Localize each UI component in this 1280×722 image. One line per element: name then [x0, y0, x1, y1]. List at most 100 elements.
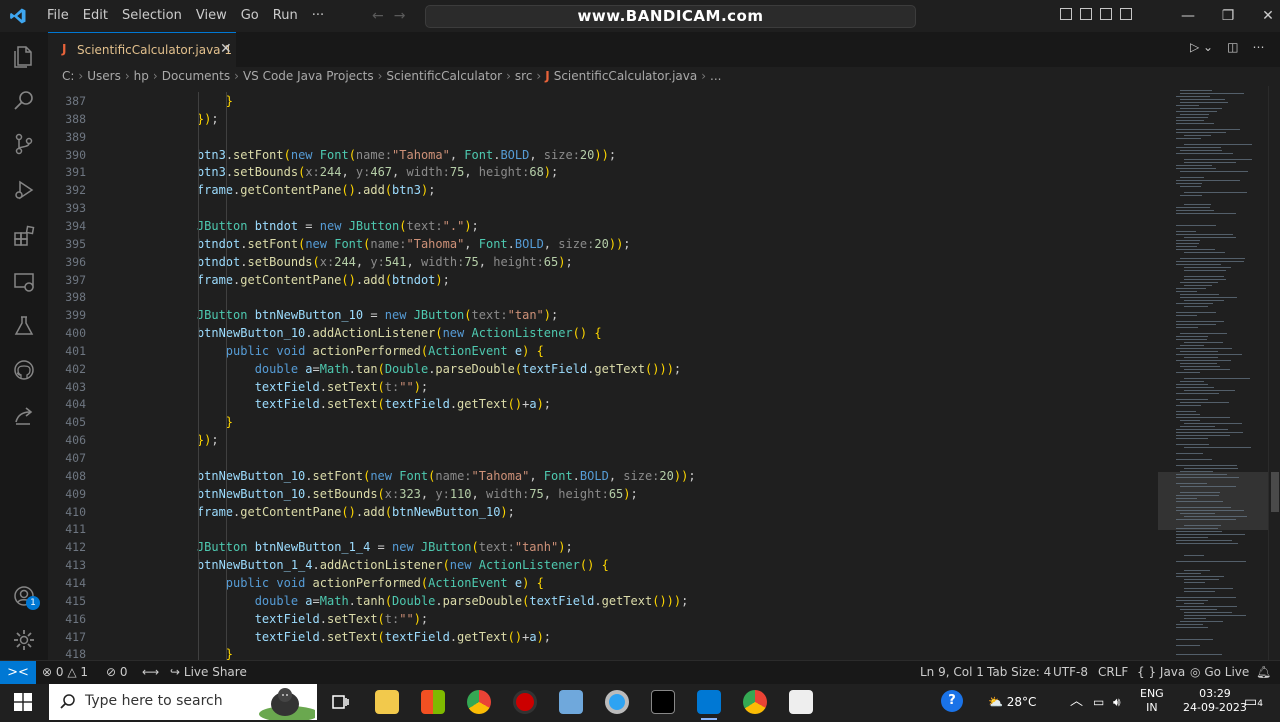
chrome-profile-icon[interactable] [743, 690, 767, 714]
code-line[interactable]: 418 } [48, 645, 1158, 660]
bandicam-record-icon[interactable] [513, 690, 537, 714]
code-line[interactable]: 394 JButton btndot = new JButton(text:".… [48, 217, 1158, 235]
language-mode[interactable]: { } Java [1137, 661, 1185, 684]
code-line[interactable]: 391 btn3.setBounds(x:244, y:467, width:7… [48, 163, 1158, 181]
code-line[interactable]: 402 double a=Math.tan(Double.parseDouble… [48, 360, 1158, 378]
back-arrow-icon[interactable]: ← [372, 8, 394, 24]
code-line[interactable]: 396 btndot.setBounds(x:244, y:541, width… [48, 253, 1158, 271]
breadcrumb-file[interactable]: ScientificCalculator.java [554, 69, 698, 83]
help-icon[interactable]: ? [941, 690, 963, 712]
java-app-icon[interactable] [789, 690, 813, 714]
weather-widget[interactable]: ⛅ 28°C [988, 684, 1036, 720]
code-line[interactable]: 409 btnNewButton_10.setBounds(x:323, y:1… [48, 485, 1158, 503]
forward-arrow-icon[interactable]: → [394, 8, 416, 24]
code-line[interactable]: 414 public void actionPerformed(ActionEv… [48, 574, 1158, 592]
language-indicator[interactable]: ENG IN [1140, 687, 1164, 715]
breadcrumb-documents[interactable]: Documents [162, 69, 230, 83]
task-view-icon[interactable] [328, 690, 352, 714]
code-line[interactable]: 408 btnNewButton_10.setFont(new Font(nam… [48, 467, 1158, 485]
vscode-taskbar-icon[interactable] [697, 690, 721, 720]
go-live-button[interactable]: ◎ Go Live [1190, 661, 1249, 684]
source-control-icon[interactable] [12, 132, 36, 156]
restore-button[interactable]: ❐ [1208, 0, 1248, 32]
notepad-icon[interactable] [559, 690, 583, 714]
code-line[interactable]: 389 [48, 128, 1158, 146]
notification-center-icon[interactable]: ▭4 [1244, 684, 1263, 722]
breadcrumb-users[interactable]: Users [87, 69, 121, 83]
windows-start-icon[interactable] [14, 693, 32, 711]
code-line[interactable]: 399 JButton btnNewButton_10 = new JButto… [48, 306, 1158, 324]
breadcrumb-src[interactable]: src [515, 69, 533, 83]
breadcrumb-folder[interactable]: ScientificCalculator [386, 69, 502, 83]
code-line[interactable]: 405 } [48, 413, 1158, 431]
github-icon[interactable] [12, 358, 36, 382]
search-icon[interactable] [12, 88, 36, 112]
tab-size[interactable]: Tab Size: 4 [987, 661, 1051, 684]
code-line[interactable]: 406 }); [48, 431, 1158, 449]
code-line[interactable]: 393 [48, 199, 1158, 217]
tab-scientific-calculator[interactable]: J ScientificCalculator.java 1 ✕ [48, 32, 236, 67]
code-line[interactable]: 403 textField.setText(t:""); [48, 378, 1158, 396]
breadcrumb-symbol[interactable]: ... [710, 69, 721, 83]
microsoft-store-icon[interactable] [421, 690, 445, 714]
code-line[interactable]: 397 frame.getContentPane().add(btndot); [48, 271, 1158, 289]
notifications-bell-icon[interactable]: 🔔︎ [1256, 661, 1271, 684]
code-line[interactable]: 407 [48, 449, 1158, 467]
cursor-position[interactable]: Ln 9, Col 1 [920, 661, 984, 684]
testing-icon[interactable] [12, 314, 36, 338]
more-actions-icon[interactable]: ⋯ [1252, 40, 1264, 54]
code-line[interactable]: 395 btndot.setFont(new Font(name:"Tahoma… [48, 235, 1158, 253]
run-debug-icon[interactable] [12, 178, 36, 202]
taskbar-search[interactable]: Type here to search [49, 684, 317, 720]
breadcrumb-hp[interactable]: hp [134, 69, 149, 83]
menu-more[interactable]: ··· [305, 0, 331, 32]
clock[interactable]: 03:29 24-09-2023 [1183, 687, 1247, 715]
toggle-primary-sidebar-icon[interactable] [1060, 8, 1072, 20]
chrome-icon[interactable] [467, 690, 491, 714]
code-editor[interactable]: 387 } 388 }); 389 390 btn3.setFont(new Font… [48, 86, 1158, 660]
live-share-status[interactable]: ↪ Live Share [170, 661, 247, 684]
intellij-icon[interactable] [651, 690, 675, 714]
code-line[interactable]: 410 frame.getContentPane().add(btnNewBut… [48, 503, 1158, 521]
extensions-icon[interactable] [12, 224, 36, 248]
editor-scrollbar[interactable] [1268, 86, 1280, 660]
menu-view[interactable]: View [189, 0, 234, 32]
command-center-search[interactable]: www.BANDICAM.com [425, 5, 916, 28]
code-line[interactable]: 411 [48, 520, 1158, 538]
breadcrumb-projects[interactable]: VS Code Java Projects [243, 69, 374, 83]
menu-edit[interactable]: Edit [76, 0, 115, 32]
breadcrumb-drive[interactable]: C: [62, 69, 74, 83]
menu-run[interactable]: Run [266, 0, 305, 32]
code-line[interactable]: 398 [48, 288, 1158, 306]
code-line[interactable]: 413 btnNewButton_1_4.addActionListener(n… [48, 556, 1158, 574]
file-explorer-icon[interactable] [375, 690, 399, 714]
code-line[interactable]: 416 textField.setText(t:""); [48, 610, 1158, 628]
toggle-panel-icon[interactable] [1080, 8, 1092, 20]
volume-icon[interactable]: 🔊︎ [1113, 684, 1121, 720]
port-icon[interactable]: ⟷ [142, 661, 159, 684]
live-share-icon[interactable] [12, 404, 36, 428]
run-java-icon[interactable]: ▷ ⌄ [1190, 40, 1213, 54]
problems-indicator[interactable]: ⊗ 0 △ 1 [42, 661, 88, 684]
menu-go[interactable]: Go [234, 0, 266, 32]
menu-file[interactable]: File [40, 0, 76, 32]
network-icon[interactable]: ▭ [1093, 684, 1104, 720]
customize-layout-icon[interactable] [1120, 8, 1132, 20]
code-line[interactable]: 417 textField.setText(textField.getText(… [48, 628, 1158, 646]
remote-indicator[interactable]: >< [0, 661, 36, 684]
manage-gear-icon[interactable] [12, 628, 36, 652]
toggle-secondary-sidebar-icon[interactable] [1100, 8, 1112, 20]
code-line[interactable]: 412 JButton btnNewButton_1_4 = new JButt… [48, 538, 1158, 556]
code-line[interactable]: 400 btnNewButton_10.addActionListener(ne… [48, 324, 1158, 342]
code-line[interactable]: 401 public void actionPerformed(ActionEv… [48, 342, 1158, 360]
minimap[interactable] [1158, 86, 1268, 660]
code-line[interactable]: 415 double a=Math.tanh(Double.parseDoubl… [48, 592, 1158, 610]
minimize-button[interactable]: — [1168, 0, 1208, 32]
code-line[interactable]: 388 }); [48, 110, 1158, 128]
menu-selection[interactable]: Selection [115, 0, 189, 32]
code-line[interactable]: 404 textField.setText(textField.getText(… [48, 395, 1158, 413]
close-tab-icon[interactable]: ✕ [220, 41, 232, 57]
info-indicator[interactable]: ⊘ 0 [106, 661, 128, 684]
close-window-button[interactable]: ✕ [1248, 0, 1280, 32]
explorer-icon[interactable] [12, 44, 36, 68]
